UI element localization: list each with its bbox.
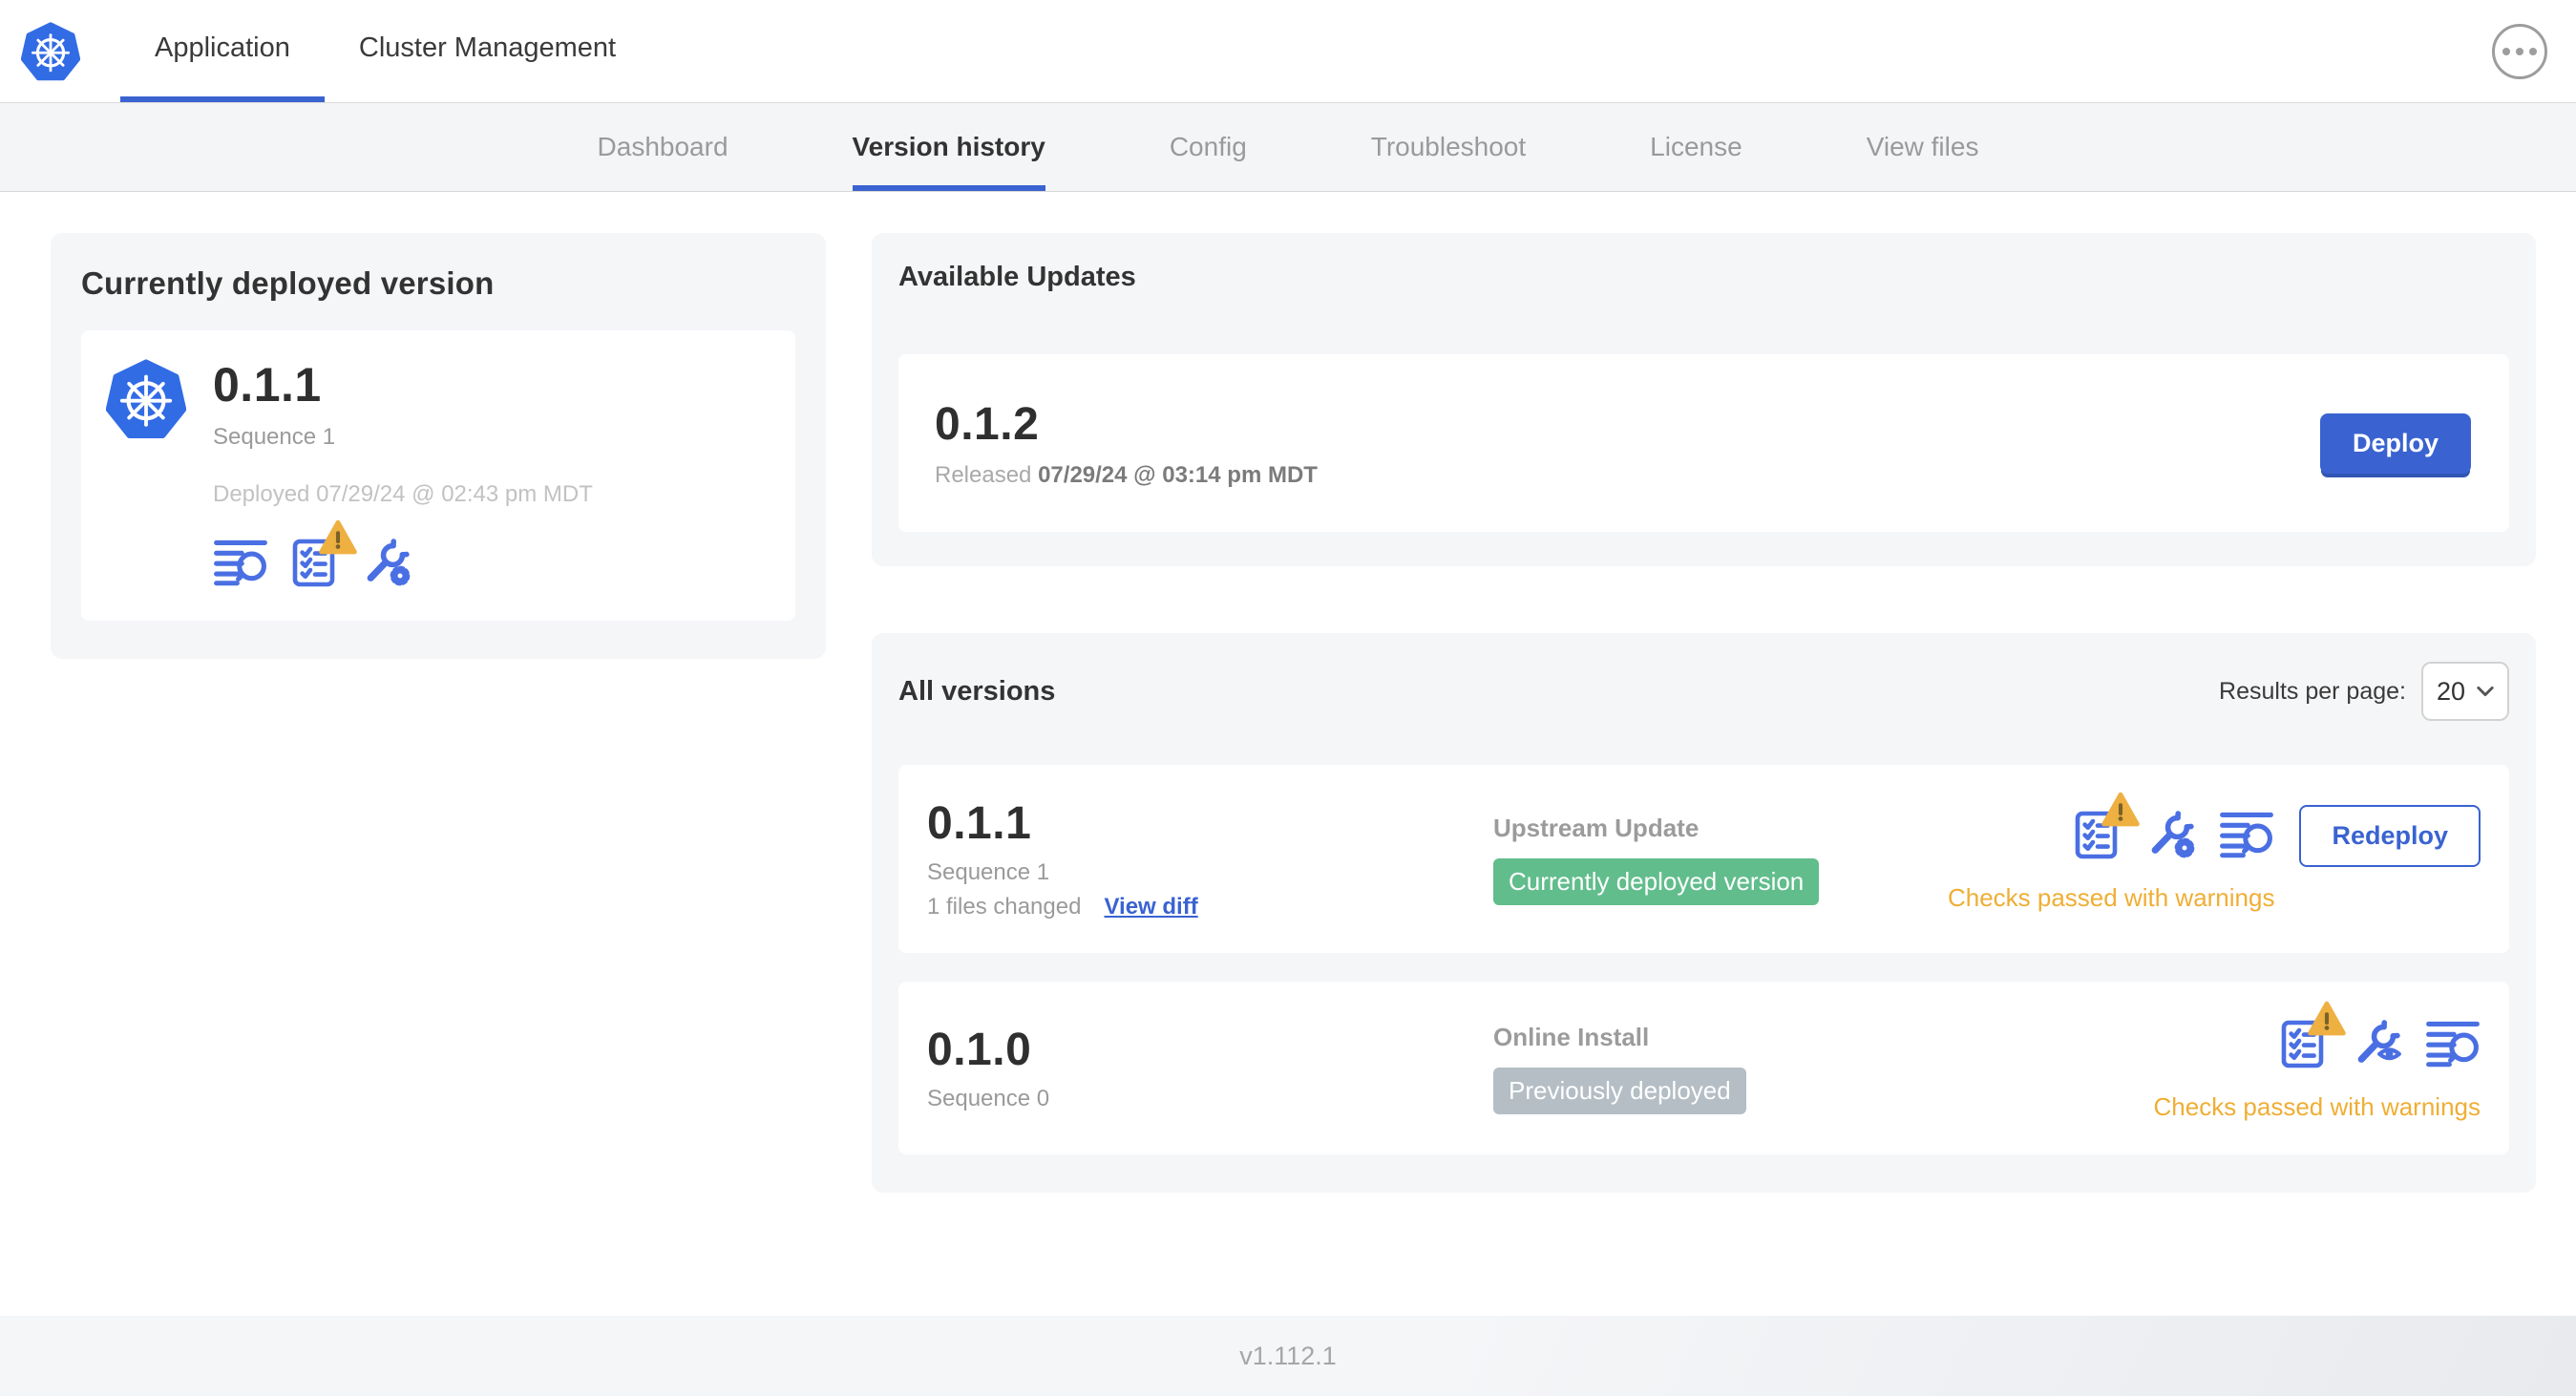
available-updates-card: Available Updates 0.1.2 Released 07/29/2… — [872, 233, 2536, 566]
preflight-checks-warning-icon[interactable] — [2070, 807, 2123, 862]
current-version-deployed-date: Deployed 07/29/24 @ 02:43 pm MDT — [213, 481, 593, 507]
update-released-date: Released 07/29/24 @ 03:14 pm MDT — [935, 461, 1318, 488]
row-source-label: Online Install — [1493, 1022, 1650, 1051]
subnav-item-license[interactable]: License — [1650, 103, 1742, 191]
more-menu-button[interactable] — [2492, 23, 2547, 79]
main-content: Currently deployed version 0.1.1 Sequenc… — [0, 192, 2576, 1316]
status-badge-previously-deployed: Previously deployed — [1493, 1067, 1746, 1114]
current-version-sequence: Sequence 1 — [213, 424, 336, 450]
tab-cluster-management[interactable]: Cluster Management — [325, 0, 650, 102]
version-row: 0.1.1 Sequence 1 1 files changed View di… — [898, 765, 2509, 953]
subnav-item-troubleshoot[interactable]: Troubleshoot — [1371, 103, 1526, 191]
update-version-number: 0.1.2 — [935, 398, 1040, 450]
preflight-checks-warning-icon[interactable] — [2276, 1016, 2330, 1071]
deploy-logs-icon[interactable] — [213, 535, 268, 590]
redeploy-button[interactable]: Redeploy — [2299, 805, 2481, 867]
results-per-page-value: 20 — [2437, 676, 2466, 706]
row-files-changed: 1 files changed — [927, 894, 1082, 920]
warning-triangle-icon — [2307, 1001, 2347, 1037]
app-icon-kubernetes — [106, 359, 186, 439]
warning-triangle-icon — [2101, 792, 2141, 828]
all-versions-title: All versions — [898, 675, 1056, 707]
app-subnav: Dashboard Version history Config Trouble… — [0, 103, 2576, 192]
current-version-card: Currently deployed version 0.1.1 Sequenc… — [51, 233, 826, 659]
view-config-icon[interactable] — [2351, 1017, 2404, 1070]
console-version-text: v1.112.1 — [1239, 1341, 1337, 1370]
update-row: 0.1.2 Released 07/29/24 @ 03:14 pm MDT D… — [898, 354, 2509, 532]
preflight-checks-warning-icon[interactable] — [287, 535, 341, 590]
kubernetes-logo — [0, 0, 80, 102]
warning-triangle-icon — [318, 519, 358, 556]
edit-config-icon[interactable] — [2144, 808, 2198, 861]
header-tabs: Application Cluster Management — [120, 0, 650, 102]
row-version-number: 0.1.0 — [927, 1025, 1032, 1075]
version-row: 0.1.0 Sequence 0 Online Install Previous… — [898, 982, 2509, 1154]
row-source-label: Upstream Update — [1493, 813, 1700, 842]
results-per-page-select[interactable]: 20 — [2421, 662, 2509, 721]
tab-cluster-management-label: Cluster Management — [358, 32, 617, 63]
app-footer: v1.112.1 — [0, 1316, 2576, 1396]
checks-status-text: Checks passed with warnings — [2153, 1092, 2481, 1121]
tab-application-label: Application — [155, 32, 290, 63]
subnav-item-dashboard[interactable]: Dashboard — [598, 103, 728, 191]
row-sequence: Sequence 0 — [927, 1086, 1050, 1111]
status-badge-currently-deployed: Currently deployed version — [1493, 857, 1820, 905]
available-updates-title: Available Updates — [898, 262, 1136, 292]
current-version-title: Currently deployed version — [81, 265, 495, 301]
tab-application[interactable]: Application — [120, 0, 325, 102]
ellipsis-icon — [2502, 47, 2510, 55]
edit-config-icon[interactable] — [360, 536, 413, 589]
row-version-number: 0.1.1 — [927, 798, 1032, 849]
deploy-button[interactable]: Deploy — [2319, 412, 2471, 474]
all-versions-card: All versions Results per page: 20 0.1.1 … — [872, 633, 2536, 1193]
row-sequence: Sequence 1 — [927, 859, 1050, 885]
subnav-item-view-files[interactable]: View files — [1867, 103, 1979, 191]
checks-status-text: Checks passed with warnings — [1947, 883, 2275, 912]
app-header: Application Cluster Management — [0, 0, 2576, 103]
chevron-down-icon — [2477, 686, 2494, 697]
current-version-number: 0.1.1 — [213, 358, 322, 412]
deploy-logs-icon[interactable] — [2219, 807, 2274, 862]
results-per-page-label: Results per page: — [2219, 677, 2406, 705]
view-diff-link[interactable]: View diff — [1104, 894, 1197, 920]
subnav-item-config[interactable]: Config — [1170, 103, 1247, 191]
current-version-inner-card: 0.1.1 Sequence 1 Deployed 07/29/24 @ 02:… — [81, 330, 795, 621]
deploy-logs-icon[interactable] — [2425, 1016, 2481, 1071]
subnav-item-version-history[interactable]: Version history — [852, 103, 1045, 191]
